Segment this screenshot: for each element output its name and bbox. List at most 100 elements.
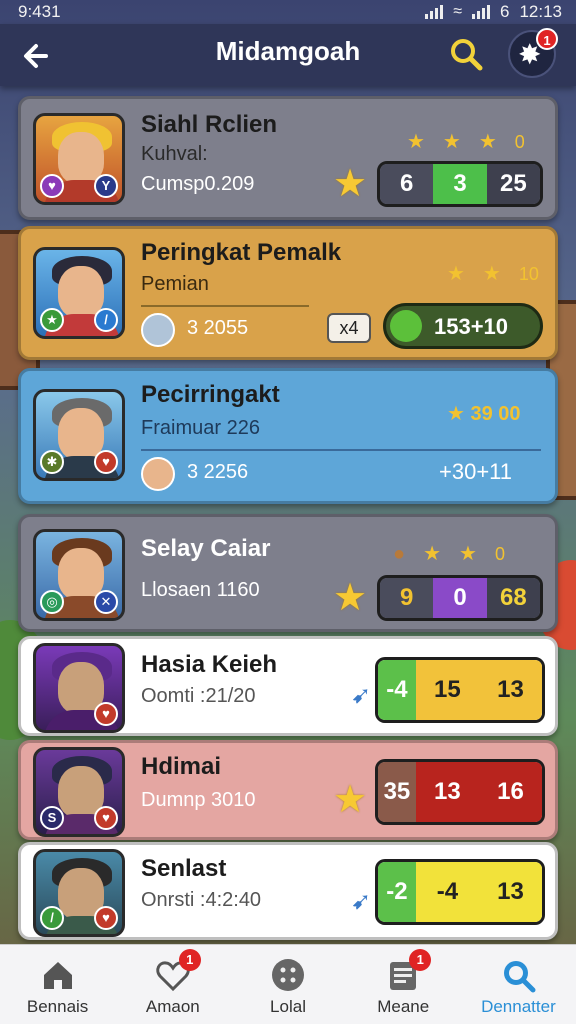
stat-segment: -4 bbox=[378, 660, 416, 720]
player-score: 3 2256 bbox=[187, 461, 249, 483]
player-subtitle: Pemian bbox=[141, 273, 209, 295]
nav-item-favorites[interactable]: 1 Amaon bbox=[115, 945, 230, 1024]
stat-segment: 13 bbox=[478, 660, 542, 720]
arrow-icon: ➹ bbox=[351, 888, 372, 915]
divider bbox=[141, 449, 541, 451]
app-header: Midamgoah ✸ 1 bbox=[0, 24, 576, 86]
player-subtitle: Dumnp 3010 bbox=[141, 789, 256, 811]
list-item[interactable]: ◎ ✕ Selay Caiar Llosaen 1160 ●★★0 ★ 9 0 … bbox=[18, 514, 558, 632]
player-subtitle: Fraimuar 226 bbox=[141, 417, 260, 439]
avatar: ♥ bbox=[33, 643, 125, 733]
class-badge-icon: / bbox=[40, 906, 64, 930]
star-rating: ★★10 bbox=[447, 263, 539, 285]
player-name: Pecirringakt bbox=[141, 381, 280, 408]
class-badge-icon: ◎ bbox=[40, 590, 64, 614]
nav-label: Amaon bbox=[145, 997, 200, 1016]
avatar: / ♥ bbox=[33, 849, 125, 937]
class-badge-icon: ★ bbox=[40, 308, 64, 332]
player-subtitle: Onrsti :4:2:40 bbox=[141, 889, 262, 911]
avatar: ♥ Y bbox=[33, 113, 125, 205]
favorite-star-icon[interactable]: ★ bbox=[333, 165, 371, 203]
stat-segment: 68 bbox=[486, 578, 540, 618]
stat-segment: 35 bbox=[378, 762, 416, 822]
search-icon bbox=[451, 39, 483, 71]
stat-segment: 6 bbox=[380, 164, 434, 204]
stat-bar: -2 -4 13 bbox=[375, 859, 545, 925]
stat-bar: 6 3 25 bbox=[377, 161, 543, 207]
avatar: ◎ ✕ bbox=[33, 529, 125, 621]
status-clock: 12:13 bbox=[519, 2, 562, 21]
list-item[interactable]: ✱ ♥ Pecirringakt Fraimuar 226 3 2256 ★ 3… bbox=[18, 368, 558, 504]
favorite-star-icon[interactable]: ★ bbox=[333, 781, 371, 819]
multiplier-badge: x4 bbox=[327, 313, 371, 343]
score-pill: +30+11 bbox=[439, 459, 513, 484]
player-score: Cumsp0.209 bbox=[141, 173, 255, 195]
rank-badge-icon: ✕ bbox=[94, 590, 118, 614]
score-pill: 153+10 bbox=[383, 303, 543, 349]
player-name: Siahl Rclien bbox=[141, 111, 278, 138]
class-badge-icon: ✱ bbox=[40, 450, 64, 474]
class-badge-icon: S bbox=[40, 806, 64, 830]
nav-badge: 1 bbox=[409, 949, 432, 971]
nav-item-menu[interactable]: 1 Meane bbox=[346, 945, 461, 1024]
nav-item-dennatter[interactable]: Dennatter bbox=[461, 945, 576, 1024]
stat-segment: 13 bbox=[415, 762, 479, 822]
player-name: Hdimai bbox=[141, 753, 222, 780]
mini-avatar bbox=[141, 457, 175, 491]
nav-label: Meane bbox=[377, 997, 430, 1016]
stat-segment: 16 bbox=[478, 762, 542, 822]
divider bbox=[141, 305, 309, 307]
notification-button[interactable]: ✸ 1 bbox=[508, 28, 558, 78]
avatar: ★ / bbox=[33, 247, 125, 339]
stat-segment: 9 bbox=[380, 578, 434, 618]
search-profile-icon bbox=[504, 961, 536, 993]
wifi-icon: ≈ bbox=[453, 3, 462, 20]
nav-item-home[interactable]: Bennais bbox=[0, 945, 115, 1024]
search-button[interactable] bbox=[444, 32, 488, 76]
nav-label: Dennatter bbox=[481, 997, 556, 1016]
list-item[interactable]: S ♥ Hdimai Dumnp 3010 ★ 35 13 16 bbox=[18, 740, 558, 840]
status-time: 9:431 bbox=[18, 2, 61, 21]
star-rating: ●★★0 bbox=[393, 543, 505, 565]
player-score: 3 2055 bbox=[187, 317, 249, 339]
player-name: Peringkat Pemalk bbox=[141, 239, 342, 266]
avatar: ✱ ♥ bbox=[33, 389, 125, 481]
status-bar: 9:431 ≈ 6 12:13 bbox=[0, 0, 576, 24]
nav-label: Lolal bbox=[270, 997, 306, 1016]
star-rating: ★★★0 bbox=[407, 131, 525, 153]
player-subtitle: Llosaen 1160 bbox=[141, 579, 260, 601]
list-item[interactable]: ★ / Peringkat Pemalk Pemian 3 2055 ★★10 … bbox=[18, 226, 558, 360]
rank-badge-icon: ♥ bbox=[94, 906, 118, 930]
player-name: Senlast bbox=[141, 855, 227, 882]
rank-badge-icon: / bbox=[94, 308, 118, 332]
stat-segment: 25 bbox=[486, 164, 540, 204]
bottom-navigation: Bennais 1 Amaon Lolal 1 Meane Dennatter bbox=[0, 944, 576, 1024]
player-name: Selay Caiar bbox=[141, 535, 271, 562]
player-subtitle: Oomti :21/20 bbox=[141, 685, 256, 707]
avatar: S ♥ bbox=[33, 747, 125, 837]
stat-segment: -4 bbox=[415, 862, 479, 922]
stat-segment: 15 bbox=[415, 660, 479, 720]
player-name: Hasia Keieh bbox=[141, 651, 278, 678]
mini-avatar bbox=[141, 313, 175, 347]
favorite-star-icon[interactable]: ★ bbox=[333, 579, 371, 617]
dots-icon bbox=[272, 959, 304, 991]
list-item[interactable]: ♥ Hasia Keieh Oomti :21/20 ➹ -4 15 13 bbox=[18, 636, 558, 736]
stat-segment: -2 bbox=[378, 862, 416, 922]
list-item[interactable]: / ♥ Senlast Onrsti :4:2:40 ➹ -2 -4 13 bbox=[18, 842, 558, 940]
signal-icon-2 bbox=[471, 5, 490, 19]
list-item[interactable]: ♥ Y Siahl Rclien Kuhval: Cumsp0.209 ★★★0… bbox=[18, 96, 558, 220]
rank-badge-icon: Y bbox=[94, 174, 118, 198]
pill-value: 153+10 bbox=[434, 314, 509, 339]
rank-badge-icon: ♥ bbox=[94, 702, 118, 726]
stat-bar: 35 13 16 bbox=[375, 759, 545, 825]
nav-label: Bennais bbox=[26, 997, 89, 1016]
leaf-icon bbox=[390, 310, 422, 342]
nav-item-local[interactable]: Lolal bbox=[230, 945, 345, 1024]
player-subtitle: Kuhval: bbox=[141, 143, 208, 165]
star-rating: ★ 39 00 bbox=[447, 403, 521, 425]
stat-segment: 13 bbox=[478, 862, 542, 922]
stat-segment: 3 bbox=[433, 164, 487, 204]
class-badge-icon: ♥ bbox=[40, 174, 64, 198]
arrow-icon: ➹ bbox=[351, 682, 372, 709]
